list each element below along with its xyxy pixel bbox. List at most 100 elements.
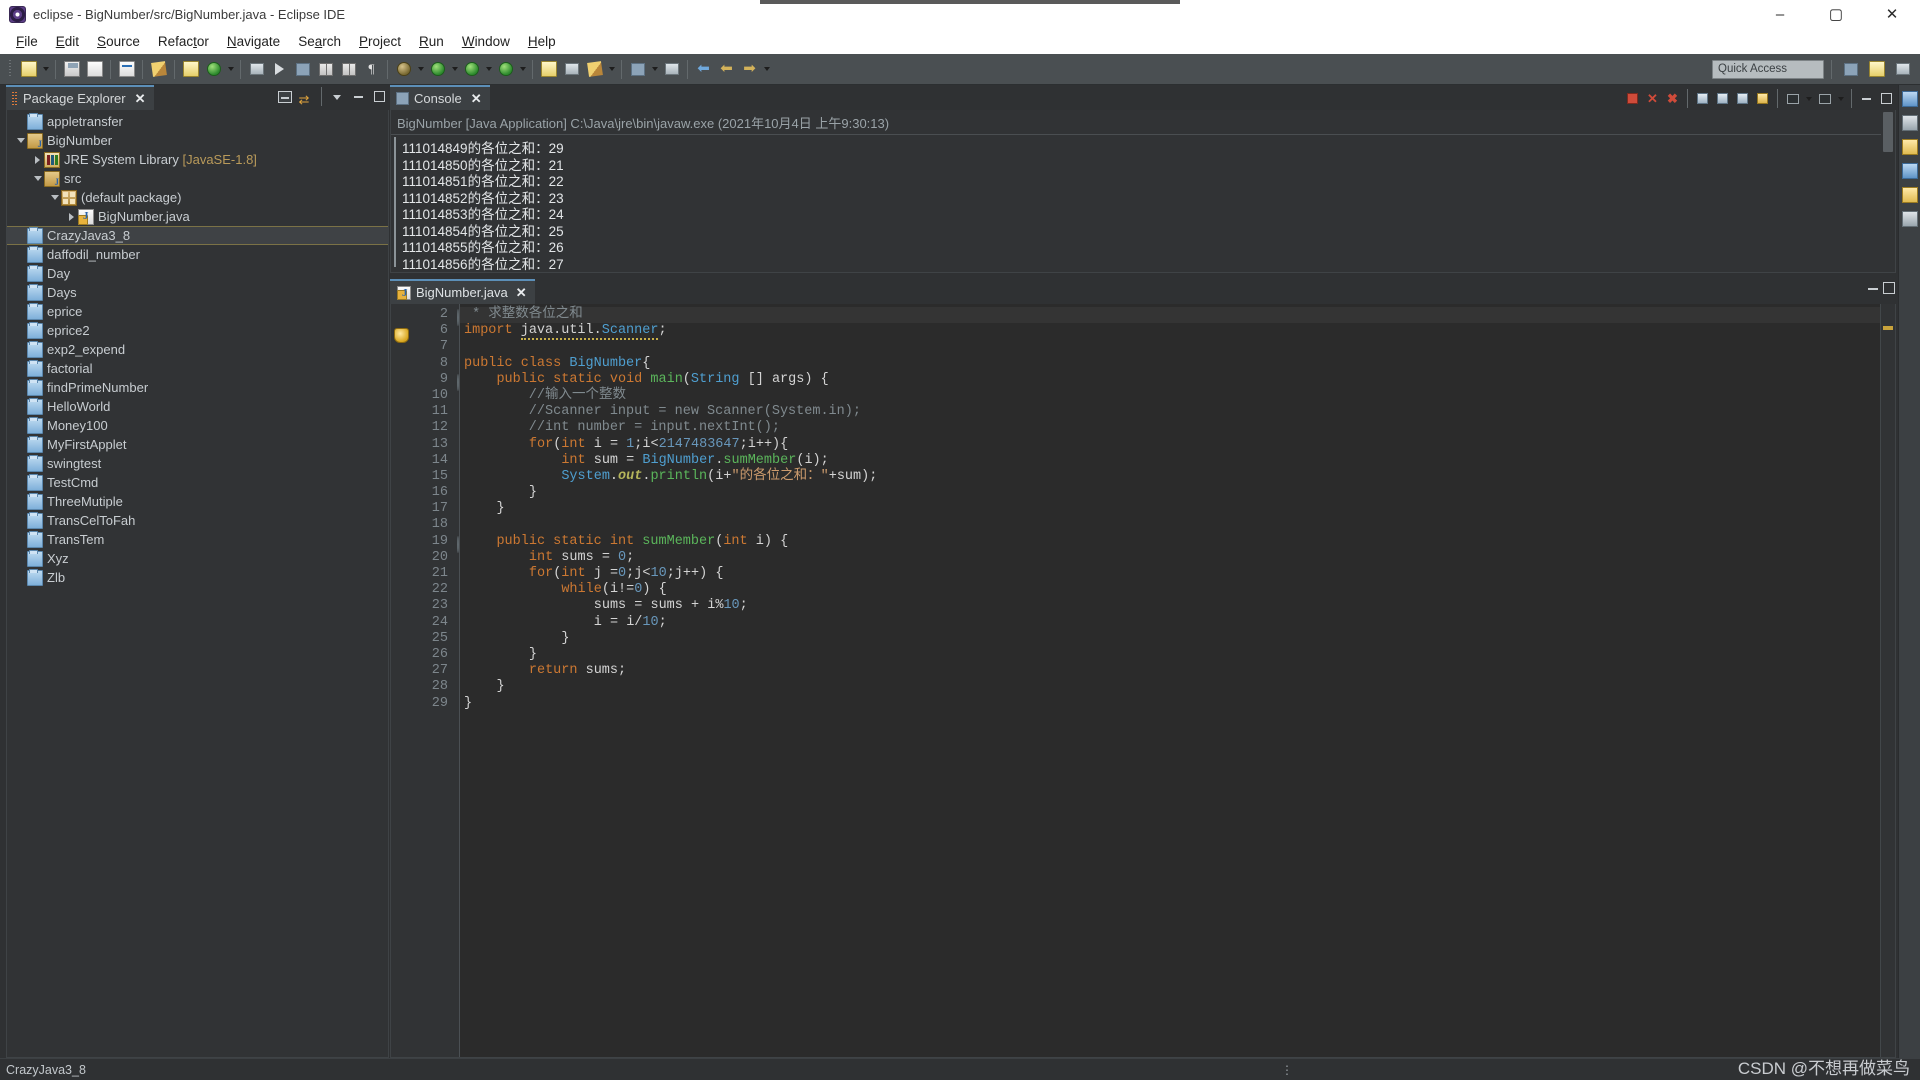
tree-item-testcmd[interactable]: TestCmd bbox=[7, 473, 388, 492]
menu-item-edit[interactable]: Edit bbox=[47, 31, 88, 52]
close-icon[interactable]: ✕ bbox=[516, 285, 527, 301]
maximize-window-button[interactable]: ▢ bbox=[1808, 0, 1864, 29]
menu-item-file[interactable]: File bbox=[7, 31, 47, 52]
fold-collapse-icon[interactable] bbox=[457, 535, 459, 553]
tree-item-daffodil-number[interactable]: daffodil_number bbox=[7, 245, 388, 264]
tree-item-default-package[interactable]: (default package) bbox=[7, 188, 388, 207]
chevron-open-icon[interactable] bbox=[31, 169, 44, 188]
open-task-icon[interactable] bbox=[291, 58, 314, 81]
menu-item-window[interactable]: Window bbox=[453, 31, 519, 52]
minimize-icon[interactable] bbox=[1868, 282, 1879, 293]
maximize-icon[interactable] bbox=[1883, 282, 1895, 294]
back-history-icon[interactable]: ⬅ bbox=[715, 58, 738, 81]
new-wizard-dropdown-icon[interactable] bbox=[40, 58, 51, 81]
pin-console-icon[interactable] bbox=[1753, 89, 1772, 108]
remove-launch-icon[interactable]: ✕ bbox=[1643, 89, 1662, 108]
tree-item-appletransfer[interactable]: appletransfer bbox=[7, 112, 388, 131]
search-view-icon[interactable] bbox=[1901, 211, 1918, 227]
external-tools-dropdown-icon[interactable] bbox=[415, 58, 426, 81]
menu-item-project[interactable]: Project bbox=[350, 31, 410, 52]
maximize-icon[interactable] bbox=[1877, 89, 1896, 108]
tree-item-exp2-expend[interactable]: exp2_expend bbox=[7, 340, 388, 359]
warning-marker-icon[interactable] bbox=[394, 328, 409, 343]
java-ee-perspective-icon[interactable] bbox=[1891, 58, 1914, 81]
coverage-dropdown-icon[interactable] bbox=[483, 58, 494, 81]
print-icon[interactable] bbox=[115, 58, 138, 81]
run-icon[interactable] bbox=[426, 58, 449, 81]
tree-item-swingtest[interactable]: swingtest bbox=[7, 454, 388, 473]
javadoc-view-icon[interactable] bbox=[1901, 163, 1918, 179]
chevron-closed-icon[interactable] bbox=[31, 150, 44, 169]
tree-item-days[interactable]: Days bbox=[7, 283, 388, 302]
debug-dropdown-icon[interactable] bbox=[517, 58, 528, 81]
display-console-dropdown-icon[interactable] bbox=[1803, 87, 1814, 110]
tree-item-transceltofah[interactable]: TransCelToFah bbox=[7, 511, 388, 530]
marker-column[interactable] bbox=[391, 304, 413, 1057]
tab-console[interactable]: Console ✕ bbox=[390, 85, 490, 110]
tree-item-findprimenumber[interactable]: findPrimeNumber bbox=[7, 378, 388, 397]
display-selected-console-icon[interactable] bbox=[1783, 89, 1802, 108]
outline-view-icon[interactable] bbox=[1901, 91, 1918, 107]
open-type-icon[interactable] bbox=[245, 58, 268, 81]
overview-ruler[interactable] bbox=[1880, 304, 1895, 1057]
close-icon[interactable]: ✕ bbox=[135, 91, 146, 107]
debug-icon[interactable] bbox=[494, 58, 517, 81]
chevron-closed-icon[interactable] bbox=[65, 207, 78, 226]
console-output[interactable]: BigNumber [Java Application] C:\Java\jre… bbox=[390, 110, 1896, 273]
declaration-view-icon[interactable] bbox=[1901, 187, 1918, 203]
forward-dropdown-icon[interactable] bbox=[761, 58, 772, 81]
tree-item-xyz[interactable]: Xyz bbox=[7, 549, 388, 568]
new-wizard-icon[interactable] bbox=[17, 58, 40, 81]
edit-dropdown-icon[interactable] bbox=[606, 58, 617, 81]
tree-item-crazyjava3-8[interactable]: CrazyJava3_8 bbox=[7, 226, 388, 245]
forward-icon[interactable]: ➡ bbox=[738, 58, 761, 81]
menu-item-refactor[interactable]: Refactor bbox=[149, 31, 218, 52]
project-tree[interactable]: appletransfer BigNumber JRE System Library… bbox=[6, 110, 389, 1058]
external-tools-icon[interactable] bbox=[392, 58, 415, 81]
menu-item-run[interactable]: Run bbox=[410, 31, 453, 52]
open-perspective-icon[interactable] bbox=[1839, 58, 1862, 81]
status-bar-menu-icon[interactable]: ⋮ bbox=[1281, 1063, 1293, 1077]
pilcrow-icon[interactable]: ¶ bbox=[360, 58, 383, 81]
save-all-icon[interactable] bbox=[83, 58, 106, 81]
tree-item-factorial[interactable]: factorial bbox=[7, 359, 388, 378]
search-icon[interactable] bbox=[268, 58, 291, 81]
coverage-icon[interactable] bbox=[460, 58, 483, 81]
save-icon[interactable] bbox=[60, 58, 83, 81]
code-text[interactable]: * 求整数各位之和 import java.util.Scanner; publi… bbox=[460, 304, 1895, 1057]
menu-item-search[interactable]: Search bbox=[289, 31, 350, 52]
next-annotation-icon[interactable] bbox=[626, 58, 649, 81]
remove-all-terminated-icon[interactable]: ✖ bbox=[1663, 89, 1682, 108]
open-perspective-icon[interactable] bbox=[560, 58, 583, 81]
fold-collapse-icon[interactable] bbox=[457, 373, 459, 391]
scroll-lock-icon[interactable] bbox=[1713, 89, 1732, 108]
minimize-icon[interactable] bbox=[1857, 89, 1876, 108]
back-icon[interactable]: ⬅ bbox=[692, 58, 715, 81]
skip-breakpoints-icon[interactable] bbox=[537, 58, 560, 81]
tree-item-eprice2[interactable]: eprice2 bbox=[7, 321, 388, 340]
quick-access-input[interactable]: Quick Access bbox=[1712, 59, 1824, 79]
clear-console-icon[interactable] bbox=[1693, 89, 1712, 108]
close-icon[interactable]: ✕ bbox=[471, 91, 482, 107]
menu-item-help[interactable]: Help bbox=[519, 31, 565, 52]
open-console-icon[interactable] bbox=[1815, 89, 1834, 108]
problems-view-icon[interactable] bbox=[1901, 139, 1918, 155]
minimize-window-button[interactable]: – bbox=[1752, 0, 1808, 29]
view-menu-icon[interactable] bbox=[328, 87, 347, 106]
open-console-dropdown-icon[interactable] bbox=[1835, 87, 1846, 110]
task-list-icon[interactable] bbox=[1901, 115, 1918, 131]
folding-bar[interactable] bbox=[451, 304, 460, 1057]
run-dropdown-icon[interactable] bbox=[449, 58, 460, 81]
new-java-class-icon[interactable] bbox=[202, 58, 225, 81]
tree-item-zlb[interactable]: Zlb bbox=[7, 568, 388, 587]
warning-ruler-mark[interactable] bbox=[1883, 326, 1893, 330]
tree-item-helloworld[interactable]: HelloWorld bbox=[7, 397, 388, 416]
tree-item-bignumber-java[interactable]: BigNumber.java bbox=[7, 207, 388, 226]
word-wrap-icon[interactable] bbox=[1733, 89, 1752, 108]
console-scrollbar[interactable] bbox=[1881, 110, 1895, 272]
next-annotation-dropdown-icon[interactable] bbox=[649, 58, 660, 81]
tree-item-money100[interactable]: Money100 bbox=[7, 416, 388, 435]
link-with-editor-icon[interactable] bbox=[296, 87, 315, 106]
editor-body[interactable]: 2 6 7 8 9 10 11 12 13 14 15 16 17 18 19 20 21 22 23 24 25 26 2… bbox=[390, 304, 1896, 1058]
tree-item-day[interactable]: Day bbox=[7, 264, 388, 283]
